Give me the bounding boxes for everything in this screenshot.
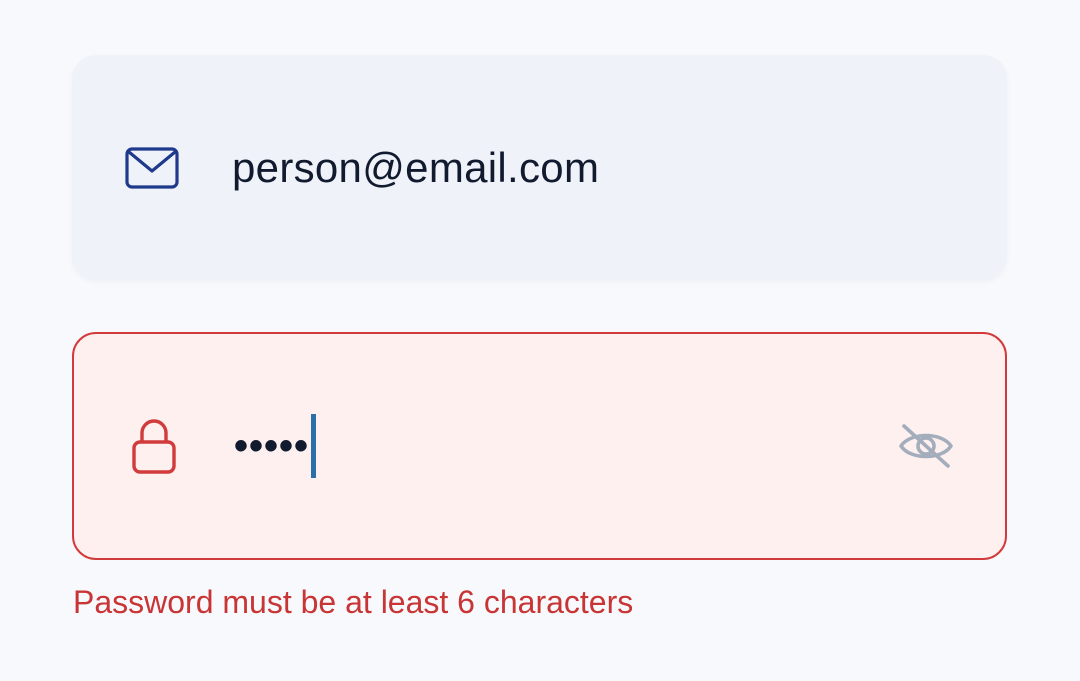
- email-field[interactable]: person@email.com: [72, 55, 1007, 280]
- password-value[interactable]: •••••: [234, 414, 317, 478]
- lock-icon: [126, 418, 182, 474]
- password-masked-text: •••••: [234, 423, 310, 468]
- password-error-message: Password must be at least 6 characters: [73, 584, 634, 620]
- password-field[interactable]: •••••: [72, 332, 1007, 560]
- text-caret: [311, 414, 317, 478]
- eye-off-icon[interactable]: [895, 415, 957, 477]
- login-form: person@email.com ••••• Password must be …: [0, 0, 1080, 681]
- mail-icon: [124, 140, 180, 196]
- email-value[interactable]: person@email.com: [232, 144, 599, 192]
